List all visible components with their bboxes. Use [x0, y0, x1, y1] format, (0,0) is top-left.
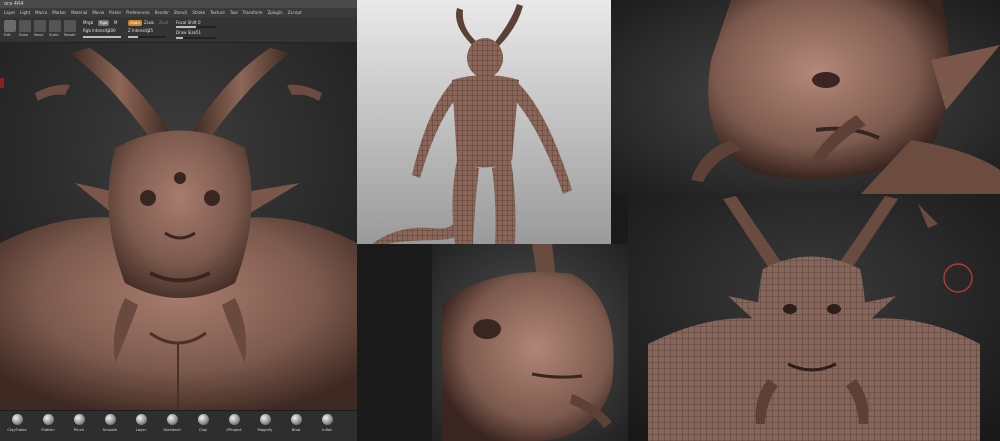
menu-item-transform[interactable]: Transform [243, 10, 263, 15]
brush-sphere-icon [166, 414, 178, 425]
head-threequarter-render [611, 0, 1000, 194]
brush-label: Layer [135, 427, 147, 432]
zsub-toggle[interactable]: Zsub [144, 20, 154, 25]
brush-pinch[interactable]: Pinch [68, 414, 90, 432]
edit-button[interactable] [4, 20, 16, 32]
menu-item-layer[interactable]: Layer [4, 10, 15, 15]
move-button[interactable] [34, 20, 46, 32]
focal-shift-slider[interactable] [176, 26, 216, 28]
brush-zproject[interactable]: ZProject [223, 414, 245, 432]
draw-size-fill [176, 37, 184, 39]
brush-inflat[interactable]: Inflat [316, 414, 338, 432]
brush-label: Standard [163, 427, 181, 432]
rotate-button-label: Rotate [64, 33, 76, 37]
z-intensity-slider[interactable] [128, 36, 166, 38]
brush-label: Flatten [41, 427, 55, 432]
head-side-image [432, 244, 628, 441]
rgb-intensity-value: 100 [108, 28, 116, 33]
brush-sphere-icon [73, 414, 85, 425]
brush-label: Magnify [257, 427, 273, 432]
brush-label: ClayTubes [7, 427, 27, 432]
menu-item-render[interactable]: Render [155, 10, 169, 15]
menu-item-picker[interactable]: Picker [109, 10, 121, 15]
head-side-render [432, 244, 628, 441]
menu-item-zplugin[interactable]: Zplugin [268, 10, 283, 15]
brush-sphere-icon [197, 414, 209, 425]
brush-clay[interactable]: Clay [192, 414, 214, 432]
mrgb-toggle[interactable]: Mrgb [83, 20, 93, 25]
draw-size-slider[interactable] [176, 37, 216, 39]
rgb-toggle[interactable]: Rgb [98, 20, 110, 26]
head-threequarter-image [611, 0, 1000, 194]
bust-wireframe-render [628, 194, 1000, 441]
brush-blob[interactable]: Blob [285, 414, 307, 432]
menu-item-marker[interactable]: Marker [52, 10, 66, 15]
brush-layer[interactable]: Layer [130, 414, 152, 432]
rgb-intensity-label: Rgb Intensity [83, 28, 110, 33]
brush-magnify[interactable]: Magnify [254, 414, 276, 432]
brush-sphere-icon [228, 414, 240, 425]
z-intensity-value: 25 [148, 28, 154, 33]
brush-label: ZProject [226, 427, 242, 432]
draw-button-label: Draw [19, 33, 29, 37]
menu-item-material[interactable]: Material [71, 10, 87, 15]
zbrush-main-window: ora 4R4 Layer Light Macro Marker Material Mov… [0, 0, 357, 441]
focal-shift-fill [176, 26, 196, 28]
viewport-canvas[interactable] [0, 43, 357, 410]
menu-item-stencil[interactable]: Stencil [174, 10, 188, 15]
z-intensity-fill [128, 36, 138, 38]
menu-item-stroke[interactable]: Stroke [192, 10, 205, 15]
brush-sphere-icon [290, 414, 302, 425]
draw-button[interactable] [19, 20, 31, 32]
rotate-button[interactable] [64, 20, 76, 32]
fullbody-wireframe-image [357, 0, 611, 244]
focal-shift-label: Focal Shift [176, 20, 197, 25]
window-title-bar: ora 4R4 [0, 0, 357, 8]
zadd-toggle[interactable]: Zadd [128, 20, 142, 26]
rgb-intensity-slider[interactable] [83, 36, 121, 38]
brush-sphere-icon [259, 414, 271, 425]
canvas-edge-marker [0, 78, 4, 88]
demon-bust-front-render [0, 43, 357, 410]
scale-button-label: Scale [49, 33, 59, 37]
rgb-intensity-fill [83, 36, 121, 38]
window-title: ora 4R4 [4, 1, 24, 7]
draw-size-label: Draw Size [176, 30, 196, 35]
menu-item-macro[interactable]: Macro [35, 10, 47, 15]
brush-flatten[interactable]: Flatten [37, 414, 59, 432]
menu-item-zscript[interactable]: Zscript [288, 10, 302, 15]
menu-item-texture[interactable]: Texture [210, 10, 225, 15]
brush-sphere-icon [135, 414, 147, 425]
brush-sphere-icon [11, 414, 23, 425]
brush-claytubes[interactable]: ClayTubes [6, 414, 28, 432]
brush-label: Inflat [322, 427, 332, 432]
z-intensity-label: Z Intensity [128, 28, 150, 33]
draw-size-value: 51 [196, 30, 202, 35]
menu-bar: Layer Light Macro Marker Material Movie Picker… [0, 8, 357, 17]
brush-palette: ClayTubes Flatten Pinch Smooth Layer Standard… [0, 410, 357, 441]
menu-item-preferences[interactable]: Preferences [126, 10, 150, 15]
brush-sphere-icon [42, 414, 54, 425]
menu-item-movie[interactable]: Movie [92, 10, 104, 15]
brush-label: Blob [291, 427, 301, 432]
brush-standard[interactable]: Standard [161, 414, 183, 432]
focal-shift-value: 0 [198, 20, 201, 25]
brush-label: Clay [198, 427, 208, 432]
m-toggle[interactable]: M [114, 20, 117, 25]
brush-label: Smooth [102, 427, 118, 432]
fullbody-wireframe-render [357, 0, 611, 244]
top-toolbar: Edit Draw Move Scale Rotate Mrgb Rgb M R… [0, 17, 357, 43]
bust-wireframe-image [628, 194, 1000, 441]
brush-smooth[interactable]: Smooth [99, 414, 121, 432]
brush-label: Pinch [73, 427, 85, 432]
brush-sphere-icon [321, 414, 333, 425]
zcut-toggle[interactable]: Zcut [159, 20, 168, 25]
edit-button-label: Edit [4, 33, 11, 37]
menu-item-light[interactable]: Light [20, 10, 30, 15]
brush-sphere-icon [104, 414, 116, 425]
scale-button[interactable] [49, 20, 61, 32]
move-button-label: Move [34, 33, 44, 37]
menu-item-tool[interactable]: Tool [230, 10, 238, 15]
